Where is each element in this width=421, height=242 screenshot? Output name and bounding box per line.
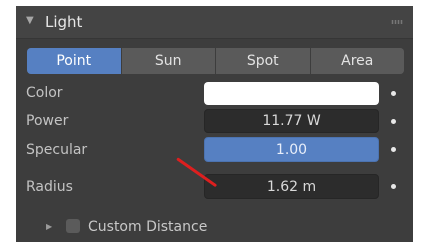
panel-title: Light (45, 13, 83, 31)
specular-slider[interactable]: 1.00 (204, 137, 379, 162)
radius-keyframe-dot-icon[interactable] (391, 184, 396, 189)
custom-distance-label[interactable]: Custom Distance (88, 218, 207, 236)
color-swatch[interactable] (204, 82, 379, 105)
radius-field[interactable]: 1.62 m (204, 174, 379, 199)
color-label: Color (26, 85, 63, 101)
triangle-down-icon[interactable]: ▼ (26, 15, 34, 27)
power-label: Power (26, 113, 69, 129)
light-type-spot-button[interactable]: Spot (216, 48, 311, 74)
color-keyframe-dot-icon[interactable] (391, 91, 396, 96)
radius-label: Radius (26, 179, 73, 195)
specular-label: Specular (26, 142, 88, 158)
power-field[interactable]: 11.77 W (204, 109, 379, 133)
light-type-sun-button[interactable]: Sun (121, 48, 216, 74)
power-keyframe-dot-icon[interactable] (391, 119, 396, 124)
light-type-selector: Point Sun Spot Area (27, 48, 404, 74)
light-type-area-button[interactable]: Area (310, 48, 404, 74)
specular-keyframe-dot-icon[interactable] (391, 147, 396, 152)
drag-grip-icon[interactable] (391, 20, 403, 24)
triangle-right-icon[interactable]: ▶ (46, 222, 52, 232)
panel-header[interactable]: ▼ Light (16, 6, 413, 39)
light-panel: ▼ Light Point Sun Spot Area Color Power … (16, 6, 413, 242)
light-type-point-button[interactable]: Point (27, 48, 122, 74)
custom-distance-checkbox[interactable] (66, 219, 80, 233)
